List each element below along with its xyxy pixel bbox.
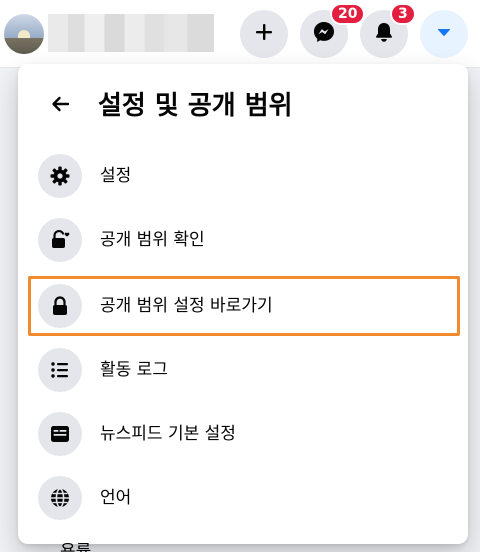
back-button[interactable] [42, 88, 78, 124]
menu-item-label: 공개 범위 설정 바로가기 [100, 296, 273, 316]
avatar-photo-detail [18, 30, 30, 38]
menu-item-language[interactable]: 언어 [28, 468, 460, 528]
underlying-page-text: 용률 [60, 542, 92, 552]
menu-item-settings[interactable]: 설정 [28, 146, 460, 206]
globe-icon [38, 476, 82, 520]
avatar-photo-ground [4, 38, 44, 54]
menu-item-privacy-shortcuts[interactable]: 공개 범위 설정 바로가기 [28, 276, 460, 336]
feed-icon [38, 412, 82, 456]
top-navigation-bar: 20 3 [0, 0, 480, 68]
settings-privacy-panel: 설정 및 공개 범위 설정 공개 범위 확인 공개 범위 설정 바로가기 활동 … [18, 64, 468, 544]
messenger-button[interactable]: 20 [300, 3, 366, 58]
panel-header: 설정 및 공개 범위 [18, 84, 468, 128]
messenger-badge: 20 [330, 3, 366, 25]
plus-icon [254, 22, 274, 46]
menu-item-label: 활동 로그 [100, 360, 168, 380]
menu-item-news-feed-preferences[interactable]: 뉴스피드 기본 설정 [28, 404, 460, 464]
menu-item-label: 공개 범위 확인 [100, 230, 205, 250]
page-title: 설정 및 공개 범위 [98, 91, 293, 121]
notifications-badge: 3 [390, 3, 416, 25]
account-menu-button[interactable] [420, 10, 468, 58]
messenger-icon [312, 20, 336, 48]
lock-heart-icon [38, 218, 82, 262]
profile-name-redacted[interactable] [48, 14, 214, 52]
gear-icon [38, 154, 82, 198]
menu-item-label: 언어 [100, 488, 132, 508]
notifications-button[interactable]: 3 [360, 3, 416, 58]
bell-icon [373, 21, 395, 47]
avatar[interactable] [4, 14, 44, 54]
menu-item-label: 설정 [100, 166, 132, 186]
menu-item-privacy-checkup[interactable]: 공개 범위 확인 [28, 210, 460, 270]
caret-down-icon [436, 24, 452, 44]
list-icon [38, 348, 82, 392]
menu-item-activity-log[interactable]: 활동 로그 [28, 340, 460, 400]
lock-icon [38, 284, 82, 328]
create-button[interactable] [240, 10, 288, 58]
menu-item-label: 뉴스피드 기본 설정 [100, 424, 236, 444]
arrow-left-icon [49, 93, 71, 119]
